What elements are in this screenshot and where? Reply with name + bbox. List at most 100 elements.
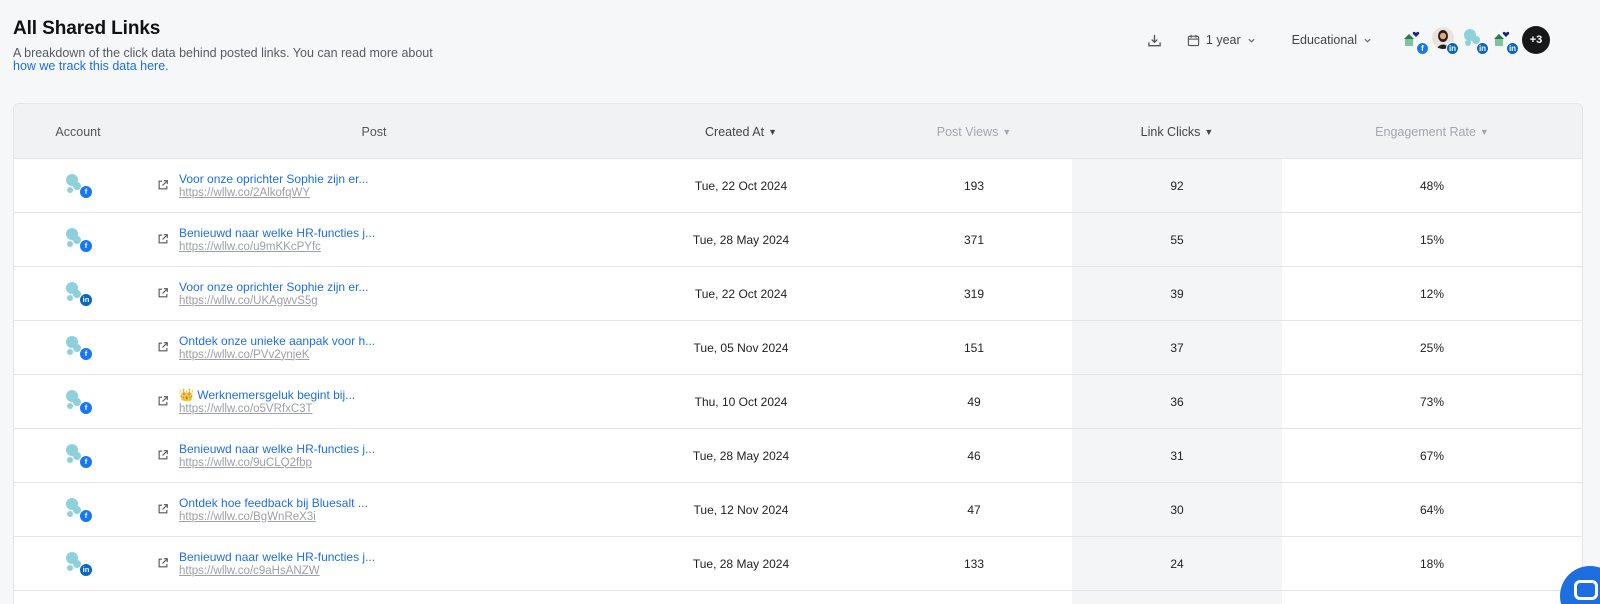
facebook-icon: f xyxy=(79,400,93,415)
post-title-link[interactable]: 👑 Werknemersgeluk begint bij... xyxy=(179,388,355,402)
facebook-icon: f xyxy=(79,454,93,469)
post-title-link[interactable]: Ontdek onze unieke aanpak voor h... xyxy=(179,334,375,348)
category-value: Educational xyxy=(1291,33,1357,47)
post-cell: 👑 Werknemersgeluk begint bij... https://… xyxy=(157,375,606,428)
created-at-cell: Tue, 28 May 2024 xyxy=(692,556,790,571)
created-at-cell: Tue, 12 Nov 2024 xyxy=(693,502,789,517)
post-title-link[interactable]: Benieuwd naar welke HR-functies j... xyxy=(179,550,375,564)
linkedin-icon: in xyxy=(1446,42,1459,55)
link-clicks-cell: 30 xyxy=(1170,502,1184,517)
post-cell: Benieuwd naar welke HR-functies j... htt… xyxy=(157,537,606,590)
account-avatar: f xyxy=(62,224,94,256)
chevron-down-icon xyxy=(1363,36,1372,45)
post-title-link[interactable]: Voor onze oprichter Sophie zijn er... xyxy=(179,172,368,186)
post-short-url[interactable]: https://wllw.co/c9aHsANZW xyxy=(179,564,375,578)
tracking-info-link[interactable]: how we track this data here. xyxy=(13,59,169,73)
engagement-rate-cell: 12% xyxy=(1419,286,1445,301)
external-link-icon[interactable] xyxy=(157,233,171,247)
column-header-link-clicks[interactable]: Link Clicks ▼ xyxy=(1072,104,1282,159)
post-title-link[interactable]: Voor onze oprichter Sophie zijn er... xyxy=(179,280,368,294)
post-short-url[interactable]: https://wllw.co/UKAgwvS5g xyxy=(179,294,368,308)
post-short-url[interactable]: https://wllw.co/o5VRfxC3T xyxy=(179,402,355,416)
engagement-rate-cell: 73% xyxy=(1419,394,1445,409)
account-avatar: f xyxy=(62,332,94,364)
external-link-icon[interactable] xyxy=(157,557,171,571)
created-at-cell: Tue, 22 Oct 2024 xyxy=(694,286,788,301)
date-range-dropdown[interactable]: 1 year xyxy=(1187,33,1256,47)
post-short-url[interactable]: https://wllw.co/PVv2ynjeK xyxy=(179,348,375,362)
column-header-engagement-rate[interactable]: Engagement Rate ▼ xyxy=(1282,104,1582,159)
category-dropdown[interactable]: Educational xyxy=(1292,33,1372,47)
chat-icon xyxy=(1574,580,1598,600)
external-link-icon[interactable] xyxy=(157,449,171,463)
account-cell: f xyxy=(14,429,142,482)
post-cell: Voor onze oprichter Sophie zijn er... ht… xyxy=(157,159,606,212)
subtitle-text: A breakdown of the click data behind pos… xyxy=(13,46,433,60)
account-avatar: f xyxy=(62,170,94,202)
table-row: f Benieuwd naar welke HR-functies j... h… xyxy=(14,213,1582,267)
post-title-link[interactable]: Benieuwd naar welke HR-functies j... xyxy=(179,226,375,240)
post-cell: Ontdek onze unieke aanpak voor h... http… xyxy=(157,321,606,374)
column-header-created-at[interactable]: Created At ▼ xyxy=(606,104,876,159)
facebook-icon: f xyxy=(79,238,93,253)
download-button[interactable] xyxy=(1143,28,1167,52)
column-header-post-views[interactable]: Post Views ▼ xyxy=(876,104,1072,159)
post-short-url[interactable]: https://wllw.co/9uCLQ2fbp xyxy=(179,456,375,470)
page-subtitle: A breakdown of the click data behind pos… xyxy=(13,47,483,73)
external-link-icon[interactable] xyxy=(157,287,171,301)
shared-links-table: Account Post Created At ▼ Post Views ▼ Lin… xyxy=(13,103,1583,604)
post-cell: Benieuwd naar welke HR-functies j... htt… xyxy=(157,429,606,482)
linkedin-icon: in xyxy=(1506,42,1519,55)
account-avatar: f xyxy=(62,494,94,526)
table-row: f Voor onze oprichter Sophie zijn er... … xyxy=(14,159,1582,213)
post-short-url[interactable]: https://wllw.co/BgWnReX3i xyxy=(179,510,368,524)
account-avatar[interactable]: in xyxy=(1460,25,1490,55)
engagement-rate-cell: 67% xyxy=(1419,448,1445,463)
linkedin-icon: in xyxy=(1476,42,1489,55)
external-link-icon[interactable] xyxy=(157,341,171,355)
account-filter-avatars[interactable]: f in in in +3 xyxy=(1400,25,1550,55)
external-link-icon[interactable] xyxy=(157,503,171,517)
account-cell: f xyxy=(14,159,142,212)
post-title-link[interactable]: Benieuwd naar welke HR-functies j... xyxy=(179,442,375,456)
engagement-rate-cell: 18% xyxy=(1419,556,1445,571)
account-avatar: f xyxy=(62,440,94,472)
link-clicks-cell: 55 xyxy=(1170,232,1184,247)
engagement-rate-cell: 25% xyxy=(1419,340,1445,355)
more-accounts-badge[interactable]: +3 xyxy=(1522,26,1550,54)
post-views-cell: 193 xyxy=(963,178,985,193)
date-range-value: 1 year xyxy=(1205,33,1241,47)
post-cell: Voor onze oprichter Sophie zijn er... ht… xyxy=(157,267,606,320)
post-views-cell: 319 xyxy=(963,286,985,301)
post-title-link[interactable]: Ontdek hoe feedback bij Bluesalt ... xyxy=(179,496,368,510)
facebook-icon: f xyxy=(79,508,93,523)
page-title: All Shared Links xyxy=(13,18,161,39)
post-short-url[interactable]: https://wllw.co/2AlkofqWY xyxy=(179,186,368,200)
external-link-icon[interactable] xyxy=(157,395,171,409)
post-cell: Ontdek hoe feedback bij Bluesalt ... htt… xyxy=(157,483,606,536)
link-clicks-cell: 31 xyxy=(1170,448,1184,463)
created-at-cell: Thu, 10 Oct 2024 xyxy=(694,394,788,409)
table-row: in Benieuwd naar welke HR-functies j... … xyxy=(14,537,1582,591)
created-at-cell: Tue, 05 Nov 2024 xyxy=(693,340,789,355)
column-header-post: Post xyxy=(361,124,387,139)
sort-arrow-icon: ▼ xyxy=(1479,126,1489,137)
post-views-cell: 371 xyxy=(963,232,985,247)
account-avatar[interactable]: f xyxy=(1400,25,1430,55)
account-avatar[interactable]: in xyxy=(1490,25,1520,55)
table-row: f Ontdek hoe feedback bij Bluesalt ... h… xyxy=(14,483,1582,537)
page-header: All Shared Links A breakdown of the clic… xyxy=(13,18,483,73)
account-avatar[interactable]: in xyxy=(1430,25,1460,55)
facebook-icon: f xyxy=(79,346,93,361)
post-views-cell: 151 xyxy=(963,340,985,355)
facebook-icon: f xyxy=(79,184,93,199)
link-clicks-cell: 39 xyxy=(1170,286,1184,301)
account-cell: f xyxy=(14,375,142,428)
sort-arrow-icon: ▼ xyxy=(768,126,777,137)
created-at-cell: Tue, 28 May 2024 xyxy=(692,448,790,463)
external-link-icon[interactable] xyxy=(157,179,171,193)
account-cell: in xyxy=(14,267,142,320)
table-row: f Ontdek onze unieke aanpak voor h... ht… xyxy=(14,321,1582,375)
linkedin-icon: in xyxy=(79,562,93,577)
post-short-url[interactable]: https://wllw.co/u9mKKcPYfc xyxy=(179,240,375,254)
